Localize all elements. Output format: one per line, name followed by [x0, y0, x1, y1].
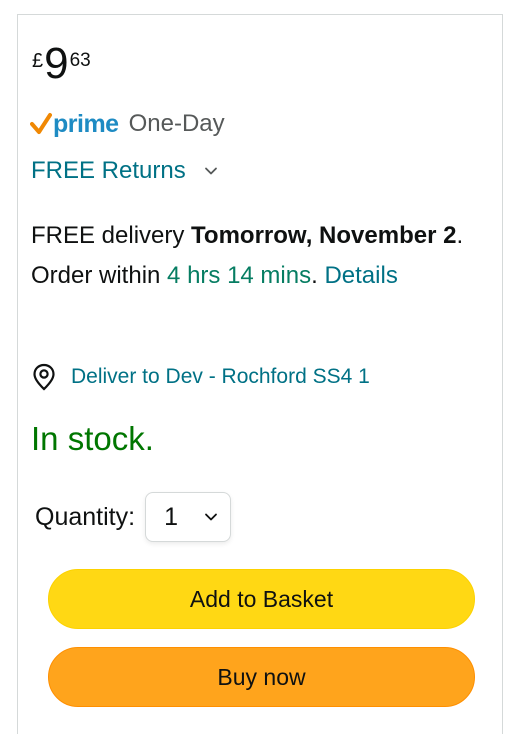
deliver-to-label: Deliver to Dev - Rochford SS4 1	[71, 365, 370, 388]
free-returns-toggle[interactable]: FREE Returns	[31, 154, 218, 188]
delivery-prefix: FREE delivery	[31, 222, 192, 249]
chevron-down-icon	[205, 513, 217, 521]
price-currency-symbol: £	[32, 50, 44, 72]
delivery-countdown: 4 hrs 14 mins	[167, 262, 312, 289]
location-pin-icon	[33, 363, 55, 391]
buy-now-button[interactable]: Buy now	[48, 647, 475, 707]
quantity-label: Quantity:	[35, 502, 136, 531]
delivery-date: Tomorrow, November 2	[191, 222, 457, 249]
stock-status: In stock.	[31, 420, 154, 457]
prime-service-label: One-Day	[128, 110, 225, 137]
prime-logo-text: prime	[53, 110, 119, 138]
chevron-down-icon	[204, 167, 217, 175]
free-returns-label: FREE Returns	[31, 157, 186, 184]
delivery-message: FREE delivery Tomorrow, November 2. Orde…	[31, 216, 471, 296]
delivery-details-link[interactable]: Details	[324, 262, 397, 289]
quantity-select[interactable]: 1	[145, 492, 232, 542]
prime-check-icon	[30, 113, 52, 134]
price-whole: 9	[44, 39, 69, 88]
price-fraction: 63	[69, 50, 91, 71]
prime-badge-row: prime One-Day	[30, 108, 225, 140]
prime-logo: prime	[30, 109, 119, 139]
price: £ 9 63	[32, 40, 91, 96]
quantity-row: Quantity: 1	[35, 491, 232, 543]
quantity-value: 1	[164, 502, 178, 531]
add-to-basket-button[interactable]: Add to Basket	[48, 569, 475, 629]
deliver-to-link[interactable]: Deliver to Dev - Rochford SS4 1	[31, 360, 370, 394]
delivery-period: .	[311, 262, 325, 289]
